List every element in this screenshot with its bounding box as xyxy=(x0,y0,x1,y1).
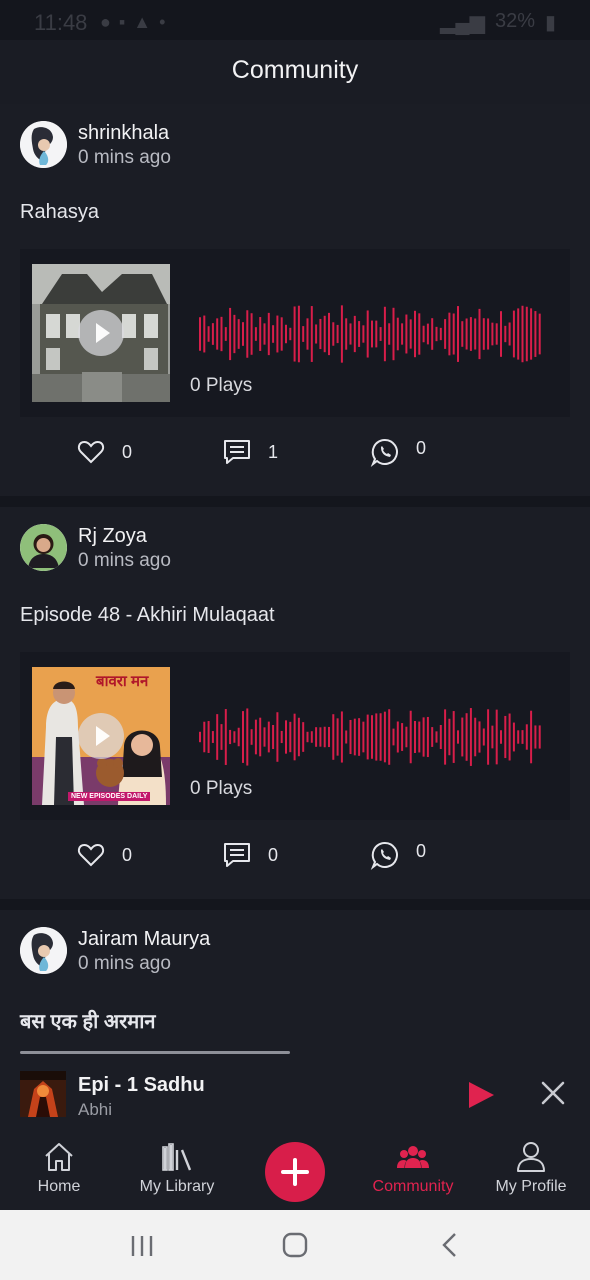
post-actions: 0 1 0 xyxy=(0,437,590,477)
status-right: ▂▄▆ 32% ▮ xyxy=(440,10,556,35)
dot-icon: • xyxy=(159,12,166,32)
profile-icon xyxy=(517,1142,545,1172)
post-text-preview xyxy=(20,1047,290,1060)
avatar[interactable] xyxy=(20,524,67,571)
whatsapp-share-button[interactable]: 0 xyxy=(370,840,426,870)
post-title[interactable]: Rahasya xyxy=(20,201,99,224)
like-button[interactable]: 0 xyxy=(76,840,132,870)
avatar-image xyxy=(20,524,67,571)
episode-cover[interactable] xyxy=(32,264,170,402)
create-post-button[interactable] xyxy=(265,1142,325,1202)
post-time: 0 mins ago xyxy=(78,953,171,974)
signal-icon: ▂▄▆ xyxy=(440,12,485,34)
heart-icon xyxy=(77,440,105,464)
whatsapp-share-button[interactable]: 0 xyxy=(370,437,426,467)
mini-player-artist: Abhi xyxy=(78,1100,113,1119)
header: Community xyxy=(0,40,590,104)
post-card: Jairam Maurya 0 mins ago बस एक ही अरमान xyxy=(0,910,590,1060)
mini-player-close-button[interactable] xyxy=(540,1080,566,1111)
home-icon xyxy=(45,1143,73,1171)
mini-player[interactable]: Epi - 1 Sadhu Abhi xyxy=(0,1060,590,1130)
comment-count: 0 xyxy=(268,844,279,865)
mini-player-cover[interactable] xyxy=(20,1071,66,1117)
nav-my-library-label: My Library xyxy=(139,1178,215,1195)
post-title[interactable]: Episode 48 - Akhiri Mulaqaat xyxy=(20,604,275,627)
post-time: 0 mins ago xyxy=(78,550,171,571)
post-time: 0 mins ago xyxy=(78,147,171,168)
play-overlay-icon[interactable] xyxy=(78,713,124,759)
battery-level: 32% xyxy=(494,10,535,32)
cover-art-image xyxy=(20,1071,66,1117)
post-card: Rj Zoya 0 mins ago Episode 48 - Akhiri M… xyxy=(0,507,590,899)
recent-apps-icon xyxy=(131,1236,153,1256)
community-feed[interactable]: shrinkhala 0 mins ago Rahasya 0 Plays 0 … xyxy=(0,104,590,1060)
share-count: 0 xyxy=(416,437,427,458)
bottom-nav: Home My Library Community My Profile xyxy=(0,1130,590,1210)
nav-home[interactable]: Home xyxy=(0,1140,118,1196)
library-icon xyxy=(162,1143,192,1171)
notification-icons: ● ▪ ▲ • xyxy=(100,12,165,33)
back-icon xyxy=(442,1233,456,1257)
warning-icon: ▲ xyxy=(133,12,152,32)
comment-button[interactable]: 1 xyxy=(222,437,278,467)
status-time: 11:48 xyxy=(34,10,88,35)
comment-button[interactable]: 0 xyxy=(222,840,278,870)
avatar[interactable] xyxy=(20,121,67,168)
post-actions: 0 0 0 xyxy=(0,840,590,880)
app-icon: ▪ xyxy=(118,12,126,32)
page-title: Community xyxy=(231,56,359,84)
post-card: shrinkhala 0 mins ago Rahasya 0 Plays 0 … xyxy=(0,104,590,496)
play-count: 0 Plays xyxy=(190,778,253,799)
close-icon xyxy=(541,1081,565,1105)
avatar[interactable] xyxy=(20,927,67,974)
back-button[interactable] xyxy=(438,1232,462,1263)
post-title[interactable]: बस एक ही अरमान xyxy=(20,1007,156,1034)
nav-my-profile-label: My Profile xyxy=(495,1178,567,1195)
mini-player-play-button[interactable] xyxy=(466,1080,496,1115)
audio-player-card[interactable]: बावरा मन NEW EPISODES DAILY 0 Plays xyxy=(20,652,570,820)
comment-count: 1 xyxy=(268,441,279,462)
post-author[interactable]: Jairam Maurya xyxy=(78,928,210,951)
recent-apps-button[interactable] xyxy=(128,1234,156,1263)
avatar-image xyxy=(20,121,67,168)
home-circle-icon xyxy=(282,1232,308,1258)
new-episodes-badge: NEW EPISODES DAILY xyxy=(68,792,151,801)
waveform[interactable] xyxy=(198,707,543,767)
home-system-button[interactable] xyxy=(282,1232,308,1263)
messenger-icon: ● xyxy=(100,12,111,32)
like-count: 0 xyxy=(122,844,133,865)
status-bar: 11:48 ● ▪ ▲ • ▂▄▆ 32% ▮ xyxy=(0,0,590,40)
nav-my-profile[interactable]: My Profile xyxy=(472,1140,590,1196)
community-icon xyxy=(397,1146,429,1168)
mini-player-title[interactable]: Epi - 1 Sadhu xyxy=(78,1074,205,1097)
post-author[interactable]: Rj Zoya xyxy=(78,525,147,548)
avatar-image xyxy=(20,927,67,974)
audio-player-card[interactable]: 0 Plays xyxy=(20,249,570,417)
whatsapp-icon xyxy=(370,841,398,870)
whatsapp-icon xyxy=(370,438,398,467)
post-author[interactable]: shrinkhala xyxy=(78,122,169,145)
comment-icon xyxy=(224,843,250,867)
play-count: 0 Plays xyxy=(190,375,253,396)
play-icon xyxy=(469,1082,494,1108)
episode-cover[interactable]: बावरा मन NEW EPISODES DAILY xyxy=(32,667,170,805)
like-count: 0 xyxy=(122,441,133,462)
nav-community[interactable]: Community xyxy=(354,1140,472,1196)
nav-my-library[interactable]: My Library xyxy=(118,1140,236,1196)
system-nav-bar xyxy=(0,1210,590,1280)
heart-icon xyxy=(77,843,105,867)
cover-title-text: बावरा मन xyxy=(96,673,149,690)
nav-home-label: Home xyxy=(37,1178,81,1195)
waveform[interactable] xyxy=(198,304,543,364)
comment-icon xyxy=(224,440,250,464)
like-button[interactable]: 0 xyxy=(76,437,132,467)
nav-community-label: Community xyxy=(372,1178,454,1195)
play-overlay-icon[interactable] xyxy=(78,310,124,356)
share-count: 0 xyxy=(416,840,427,861)
battery-icon: ▮ xyxy=(544,12,556,34)
